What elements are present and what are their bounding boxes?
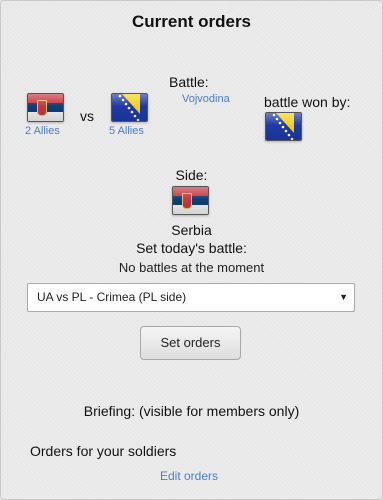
vs-label: vs [80,108,94,124]
battle-select-value: UA vs PL - Crimea (PL side) [37,290,187,304]
bosnia-flag-icon [111,93,148,122]
panel-title: Current orders [131,12,252,31]
battle-select[interactable]: UA vs PL - Crimea (PL side) ▼ [27,283,355,312]
battle-label: Battle: [169,74,209,90]
winner-bosnia-flag-icon [265,112,302,141]
side-serbia-flag-icon [172,186,209,215]
side-label: Side: [175,167,208,183]
serbia-flag-icon [27,93,64,122]
battle-won-by-label: battle won by: [264,94,351,110]
side-country: Serbia [171,222,212,238]
no-battles-status: No battles at the moment [118,260,265,275]
attacker-allies-link[interactable]: 2 Allies [25,125,60,137]
edit-orders-link[interactable]: Edit orders [160,469,218,483]
set-orders-button[interactable]: Set orders [140,326,241,360]
briefing-label: Briefing: (visible for members only) [83,403,300,419]
orders-text: Orders for your soldiers [30,443,177,459]
dropdown-arrow-icon: ▼ [339,292,348,302]
battle-region-link[interactable]: Vojvodina [182,93,230,105]
defender-allies-link[interactable]: 5 Allies [109,125,144,137]
todays-battle-label: Set today's battle: [136,240,247,256]
